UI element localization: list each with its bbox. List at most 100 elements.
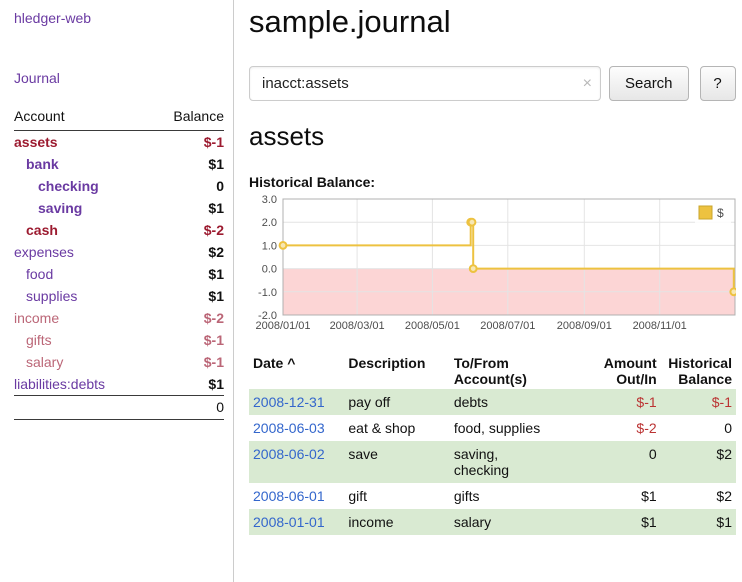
register-table: Date ^ Description To/From Account(s) Am… (249, 353, 736, 535)
account-link-gifts[interactable]: gifts (26, 332, 52, 348)
account-name-cell: gifts (14, 329, 149, 351)
account-name-cell: cash (14, 219, 149, 241)
main-content: sample.journal × Search ? assets Histori… (234, 0, 742, 582)
account-balance: $2 (149, 241, 224, 263)
account-name-cell: assets (14, 131, 149, 154)
account-row: gifts $-1 (14, 329, 224, 351)
transaction-date-cell: 2008-06-02 (249, 441, 344, 483)
transaction-date-link[interactable]: 2008-06-03 (253, 420, 325, 436)
transaction-date-cell: 2008-06-01 (249, 483, 344, 509)
transaction-date-link[interactable]: 2008-12-31 (253, 394, 325, 410)
account-balance: $-1 (149, 131, 224, 154)
accounts-header-account: Account (14, 106, 149, 131)
account-link-bank[interactable]: bank (26, 156, 59, 172)
account-row: expenses $2 (14, 241, 224, 263)
transaction-amount-cell: $1 (575, 483, 660, 509)
accounts-table-body: assets$-1bank$1checking0saving$1cash$-2e… (14, 131, 224, 396)
transaction-date-link[interactable]: 2008-06-01 (253, 488, 325, 504)
transaction-account-cell: saving, checking (450, 441, 576, 483)
transaction-amount-cell: $-1 (575, 389, 660, 415)
register-header-date-label: Date (253, 355, 283, 371)
search-form: × Search ? (249, 66, 736, 101)
account-name-cell: income (14, 307, 149, 329)
account-balance: $1 (149, 197, 224, 219)
accounts-total-row: 0 (14, 396, 224, 420)
search-button[interactable]: Search (609, 66, 689, 101)
register-row: 2008-06-01 giftgifts$1$2 (249, 483, 736, 509)
transaction-balance-cell: $2 (661, 483, 736, 509)
transaction-balance-cell: $1 (661, 509, 736, 535)
transaction-date-cell: 2008-06-03 (249, 415, 344, 441)
account-balance: $1 (149, 285, 224, 307)
register-row: 2008-01-01incomesalary$1$1 (249, 509, 736, 535)
account-name-cell: liabilities:debts (14, 373, 149, 396)
account-row: bank $1 (14, 153, 224, 175)
register-header-date[interactable]: Date ^ (249, 353, 344, 389)
account-row: salary $-1 (14, 351, 224, 373)
chart-legend: $ (695, 203, 731, 223)
transaction-description-cell: pay off (344, 389, 449, 415)
account-name-cell: food (14, 263, 149, 285)
account-balance: 0 (149, 175, 224, 197)
x-axis-labels: 2008/01/012008/03/012008/05/012008/07/01… (255, 320, 686, 332)
data-point-marker (730, 288, 736, 295)
account-row: assets $-1 (14, 131, 224, 154)
account-balance: $1 (149, 263, 224, 285)
y-axis-labels: 3.02.01.00.0-1.0-2.0 (258, 195, 277, 322)
transaction-amount-cell: 0 (575, 441, 660, 483)
account-link-income[interactable]: income (14, 310, 59, 326)
transaction-amount-cell: $-2 (575, 415, 660, 441)
transaction-balance-cell: 0 (661, 415, 736, 441)
account-balance: $-1 (149, 329, 224, 351)
account-balance: $-2 (149, 307, 224, 329)
svg-text:-1.0: -1.0 (258, 287, 277, 299)
svg-text:2008/09/01: 2008/09/01 (557, 320, 612, 332)
account-link-saving[interactable]: saving (38, 200, 82, 216)
historical-balance-chart: 3.02.01.00.0-1.0-2.02008/01/012008/03/01… (249, 195, 736, 333)
transaction-account-cell: salary (450, 509, 576, 535)
transaction-description-cell: save (344, 441, 449, 483)
account-balance: $1 (149, 153, 224, 175)
accounts-total-spacer (14, 396, 149, 420)
account-balance: $1 (149, 373, 224, 396)
register-header-account: To/From Account(s) (450, 353, 576, 389)
account-name-cell: salary (14, 351, 149, 373)
account-name-cell: checking (14, 175, 149, 197)
chart-title: Historical Balance: (249, 174, 736, 190)
transaction-account-cell: gifts (450, 483, 576, 509)
data-point-marker (469, 219, 476, 226)
account-link-cash[interactable]: cash (26, 222, 58, 238)
account-link-supplies[interactable]: supplies (26, 288, 77, 304)
account-link-liabilities-debts[interactable]: liabilities:debts (14, 376, 105, 392)
register-header-balance: Historical Balance (661, 353, 736, 389)
search-input[interactable] (249, 66, 601, 101)
accounts-header-row: Account Balance (14, 106, 224, 131)
search-input-wrap: × (249, 66, 601, 101)
account-link-salary[interactable]: salary (26, 354, 63, 370)
sort-ascending-icon: ^ (287, 355, 295, 371)
account-balance: $-1 (149, 351, 224, 373)
accounts-total-balance: 0 (149, 396, 224, 420)
account-row: income $-2 (14, 307, 224, 329)
account-link-food[interactable]: food (26, 266, 53, 282)
transaction-date-link[interactable]: 2008-06-02 (253, 446, 325, 462)
transaction-description-cell: gift (344, 483, 449, 509)
transaction-description-cell: eat & shop (344, 415, 449, 441)
clear-search-icon[interactable]: × (583, 76, 592, 92)
transaction-date-link[interactable]: 2008-01-01 (253, 514, 325, 530)
help-button[interactable]: ? (700, 66, 736, 101)
hledger-web-app: hledger-web Journal Account Balance asse… (0, 0, 742, 582)
app-title-link[interactable]: hledger-web (14, 10, 224, 26)
transaction-balance-cell: $-1 (661, 389, 736, 415)
account-row: cash$-2 (14, 219, 224, 241)
transaction-date-cell: 2008-12-31 (249, 389, 344, 415)
svg-text:2008/07/01: 2008/07/01 (480, 320, 535, 332)
legend-color-swatch (699, 206, 712, 219)
account-link-assets[interactable]: assets (14, 134, 58, 150)
register-header-row: Date ^ Description To/From Account(s) Am… (249, 353, 736, 389)
register-header-description: Description (344, 353, 449, 389)
sidebar-item-journal[interactable]: Journal (14, 70, 224, 86)
account-link-expenses[interactable]: expenses (14, 244, 74, 260)
register-row: 2008-12-31pay offdebts$-1$-1 (249, 389, 736, 415)
account-link-checking[interactable]: checking (38, 178, 99, 194)
